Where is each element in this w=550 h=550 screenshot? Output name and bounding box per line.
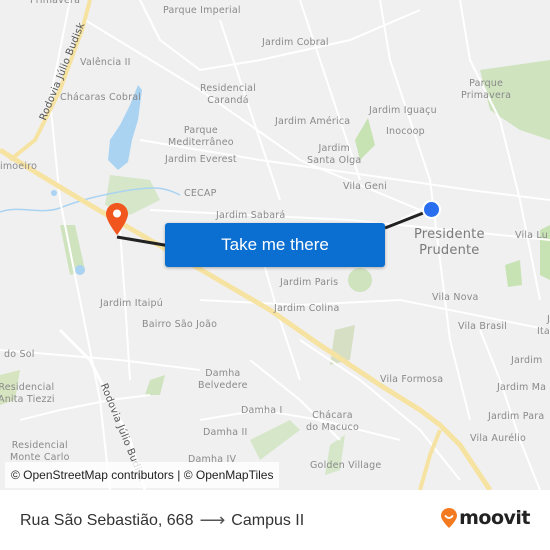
map-label: Jardim Itaipú	[100, 298, 163, 309]
footer-bar: Rua São Sebastião, 668 ⟶ Campus II moovi…	[0, 490, 550, 550]
park-area	[145, 375, 165, 395]
map-label: Vila Lu	[515, 230, 548, 241]
map-label: Parque Imperial	[163, 5, 241, 16]
moovit-pin-icon	[441, 508, 458, 528]
map-label: Jardim América	[275, 116, 351, 127]
map-label: Jardim Cobral	[262, 37, 329, 48]
map-pin-icon	[106, 203, 128, 235]
map-label: Residencial Carandá	[200, 83, 257, 106]
pond	[51, 190, 57, 196]
map-label: Vila Formosa	[380, 374, 444, 385]
map-label: imoeiro	[0, 161, 38, 172]
take-me-there-button[interactable]: Take me there	[165, 223, 385, 267]
map-label: Residencial Monte Carlo	[10, 440, 70, 463]
map-view[interactable]: Primavera Parque Imperial Jardim Cobral …	[0, 0, 550, 490]
brand-name: moovit	[459, 507, 530, 529]
map-label: Vila Brasil	[458, 321, 508, 332]
map-label: Jardim	[511, 355, 543, 366]
map-label: Vila Nova	[432, 292, 479, 303]
map-label: Damha I	[241, 405, 283, 416]
map-label: Valência II	[80, 57, 131, 68]
pond	[75, 265, 85, 275]
map-label: Bairro São João	[142, 319, 218, 330]
map-label: Inocoop	[386, 126, 425, 137]
highway	[418, 429, 442, 490]
map-label: Vila Geni	[343, 181, 388, 192]
map-label: Vila Aurélio	[470, 433, 526, 444]
map-label: Chácaras Cobral	[60, 92, 142, 103]
map-label: do Sol	[4, 349, 35, 360]
map-label: Parque Mediterrâneo	[168, 125, 234, 148]
map-label: Golden Village	[310, 460, 382, 471]
city-label: Presidente Prudente	[414, 227, 485, 258]
map-label: Primavera	[30, 0, 81, 6]
map-label: Jardim Paris	[280, 277, 339, 288]
map-label: Chácara do Macuco	[306, 410, 359, 433]
arrow-right-icon: ⟶	[199, 510, 226, 530]
map-label: Jardim Colina	[274, 303, 340, 314]
destination-marker[interactable]	[422, 200, 441, 219]
map-label: Parque Primavera	[461, 78, 512, 101]
map-label: CECAP	[184, 188, 217, 199]
park-area	[348, 268, 372, 292]
park-area	[505, 260, 522, 287]
map-label: Jardim Para	[488, 411, 545, 422]
origin-name: Rua São Sebastião, 668	[20, 511, 194, 529]
origin-marker[interactable]	[106, 203, 128, 235]
map-label: Damha II	[203, 427, 248, 438]
map-label: Residencial Anita Tiezzi	[0, 382, 55, 405]
map-label: Jardim Santa Olga	[307, 143, 362, 166]
destination-name: Campus II	[231, 511, 305, 529]
map-label: Jardim Ma	[497, 382, 547, 393]
map-label: Jardim Sabará	[216, 210, 286, 221]
highway	[0, 147, 493, 490]
park-area	[250, 420, 300, 460]
map-label: J Ita	[537, 314, 550, 337]
map-label: Jardim Iguaçu	[369, 105, 437, 116]
moovit-logo[interactable]: moovit	[441, 507, 530, 529]
map-label: Damha Belvedere	[198, 368, 248, 391]
map-label: Jardim Everest	[165, 154, 237, 165]
map-attribution[interactable]: © OpenStreetMap contributors | © OpenMap…	[5, 462, 280, 488]
route-summary: Rua São Sebastião, 668 ⟶ Campus II	[20, 510, 304, 531]
